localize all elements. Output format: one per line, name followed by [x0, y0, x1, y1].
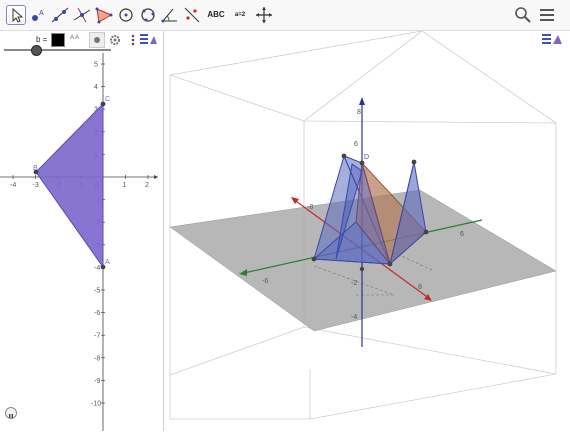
y-tick-label: 4	[94, 84, 98, 91]
menu-icon[interactable]	[540, 8, 554, 27]
x-tick-label: -4	[10, 182, 16, 189]
move-tool-button[interactable]	[6, 5, 26, 25]
x-tick-neg8: -8	[307, 204, 313, 211]
y-tick-label: -9	[94, 378, 100, 385]
x-tick-label: -3	[33, 182, 39, 189]
z-tick-6: 6	[354, 141, 358, 148]
point-c-label: C	[105, 96, 110, 103]
perpendicular-icon	[73, 7, 91, 23]
line-icon	[51, 7, 69, 23]
vertex-base-left[interactable]	[311, 256, 317, 262]
slider-tool-label: a=2	[234, 12, 246, 18]
graphics-2d-panel[interactable]: b = A A -4-3-2-1012	[0, 31, 164, 431]
x-tick-label: 2	[145, 182, 149, 189]
angle-tool-button[interactable]	[160, 5, 180, 25]
x-tick-label: 1	[123, 182, 127, 189]
x-tick-8: 8	[418, 284, 422, 291]
y-tick-label: -6	[94, 310, 100, 317]
y-tick-neg6: -6	[262, 278, 268, 285]
y-tick-label: -10	[91, 401, 101, 408]
circle-three-points-tool-button[interactable]	[138, 5, 158, 25]
circle-tool-button[interactable]	[116, 5, 136, 25]
angle-icon	[161, 8, 177, 23]
perpendicular-tool-button[interactable]	[72, 5, 92, 25]
svg-text:A: A	[39, 10, 44, 17]
z-tick-8: 8	[357, 109, 361, 116]
pause-button[interactable]	[5, 407, 17, 419]
graphics-3d-canvas[interactable]: 8 6 D -6 6 -8 8 -2 -4	[164, 30, 570, 431]
polygon-tool-button[interactable]	[94, 5, 114, 25]
z-tick-neg4: -4	[351, 314, 357, 321]
y-tick-label: -5	[94, 288, 100, 295]
point-a-label: A	[105, 259, 110, 266]
text-tool-button[interactable]: ABC	[204, 5, 228, 25]
vertex-origin[interactable]	[359, 266, 365, 272]
reflect-tool-button[interactable]	[182, 5, 202, 25]
circle-three-points-icon	[141, 8, 155, 22]
graphics-2d-canvas[interactable]: -4-3-2-1012 54321-1-2-3-4-5-6-7-8-9-10 C…	[0, 31, 163, 431]
z-tick-neg2: -2	[351, 280, 357, 287]
x-axis-arrow-icon	[154, 175, 158, 179]
search-icon[interactable]	[515, 7, 531, 28]
move-arrows-icon	[256, 7, 272, 23]
y-tick-6: 6	[460, 231, 464, 238]
reflect-line-icon	[184, 7, 200, 23]
toolbar: A ABC a=2	[0, 0, 570, 31]
polygon-icon	[95, 7, 113, 24]
circle-icon	[119, 8, 133, 22]
3d-view-toggle-icon[interactable]	[542, 32, 564, 51]
move-view-tool-button[interactable]	[254, 5, 274, 25]
graphics-3d-panel[interactable]: 8 6 D -6 6 -8 8 -2 -4	[164, 30, 570, 431]
cursor-arrow-icon	[12, 7, 24, 23]
vertex-base-front[interactable]	[387, 261, 393, 267]
vertex-top-right[interactable]	[411, 159, 417, 165]
y-tick-label: -4	[94, 265, 100, 272]
line-tool-button[interactable]	[50, 5, 70, 25]
point-b-label: B	[33, 165, 38, 172]
point-d-label: D	[364, 154, 369, 161]
point-tool-button[interactable]: A	[28, 5, 48, 25]
vertex-base-right[interactable]	[423, 229, 429, 235]
z-axis-arrow-icon	[359, 97, 365, 105]
y-tick-label: -8	[94, 355, 100, 362]
pause-icon	[9, 414, 13, 418]
point-icon: A	[32, 10, 44, 21]
slider-tool-button[interactable]: a=2	[230, 5, 250, 25]
text-tool-label: ABC	[207, 10, 225, 19]
y-tick-label: 5	[94, 62, 98, 69]
vertex-top-left[interactable]	[341, 153, 347, 159]
triangle-polygon[interactable]	[35, 102, 104, 269]
y-tick-label: -7	[94, 333, 100, 340]
vertex-d[interactable]	[359, 160, 365, 166]
